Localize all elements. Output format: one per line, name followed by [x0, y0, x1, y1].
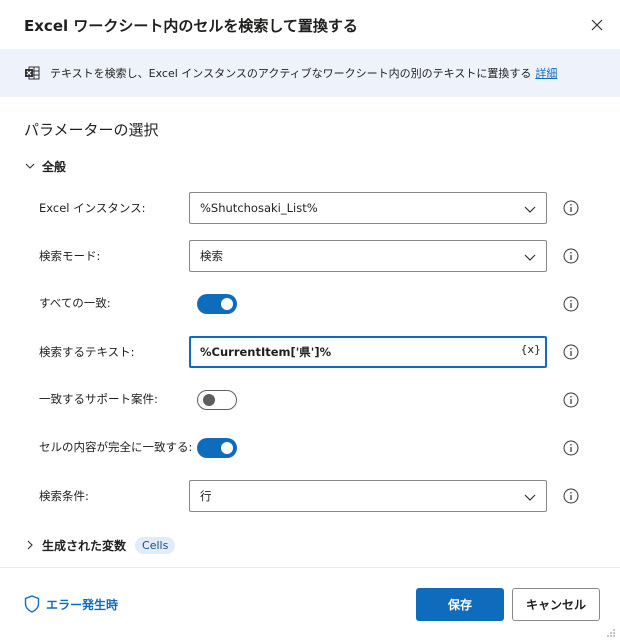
search-by-dropdown[interactable]: 行: [189, 480, 547, 512]
all-matches-toggle[interactable]: [197, 294, 237, 314]
match-case-label: 一致するサポート案件:: [39, 392, 158, 406]
excel-instance-value: %Shutchosaki_List%: [200, 201, 318, 215]
variable-badge[interactable]: Cells: [135, 536, 176, 554]
match-entire-label: セルの内容が完全に一致する:: [39, 440, 193, 454]
on-error-button[interactable]: エラー発生時: [24, 595, 118, 613]
toggle-knob: [203, 394, 215, 406]
info-icon[interactable]: [563, 488, 579, 504]
info-icon[interactable]: [563, 200, 579, 216]
search-by-value: 行: [200, 489, 212, 503]
produced-variables-toggle[interactable]: 生成された変数 Cells: [24, 535, 176, 555]
on-error-label: エラー発生時: [46, 597, 119, 612]
all-matches-label: すべての一致:: [39, 296, 111, 310]
save-button[interactable]: 保存: [416, 588, 504, 621]
produced-variables-label: 生成された変数: [42, 538, 127, 553]
close-icon: [591, 19, 603, 31]
search-mode-value: 検索: [200, 249, 223, 263]
info-icon[interactable]: [563, 248, 579, 264]
excel-instance-dropdown[interactable]: %Shutchosaki_List%: [189, 192, 547, 224]
search-by-label: 検索条件:: [39, 489, 89, 503]
general-group-label: 全般: [42, 159, 67, 174]
info-icon[interactable]: [563, 296, 579, 312]
resize-grip-icon[interactable]: [604, 626, 616, 638]
shield-icon: [24, 595, 40, 613]
general-group-toggle[interactable]: 全般: [24, 157, 66, 175]
info-icon[interactable]: [563, 344, 579, 360]
chevron-right-icon: [24, 539, 36, 551]
dialog: Excel ワークシート内のセルを検索して置換する テキストを検索し、Excel…: [0, 0, 620, 640]
footer-divider: [0, 567, 620, 568]
search-text-label: 検索するテキスト:: [39, 345, 135, 359]
chevron-down-icon: [522, 249, 538, 265]
info-banner: テキストを検索し、Excel インスタンスのアクティブなワークシート内の別のテキ…: [0, 49, 620, 97]
search-mode-dropdown[interactable]: 検索: [189, 240, 547, 272]
close-button[interactable]: [586, 14, 608, 36]
dialog-title: Excel ワークシート内のセルを検索して置換する: [24, 17, 358, 35]
info-icon[interactable]: [563, 440, 579, 456]
info-icon[interactable]: [563, 392, 579, 408]
variable-picker-button[interactable]: {x}: [520, 343, 541, 356]
section-title: パラメーターの選択: [24, 121, 159, 139]
excel-icon: [24, 65, 40, 81]
cancel-button[interactable]: キャンセル: [512, 588, 600, 621]
search-mode-label: 検索モード:: [39, 249, 101, 263]
chevron-down-icon: [522, 489, 538, 505]
chevron-down-icon: [522, 201, 538, 217]
match-case-toggle[interactable]: [197, 390, 237, 410]
search-text-value: %CurrentItem['県']%: [200, 345, 332, 359]
banner-text: テキストを検索し、Excel インスタンスのアクティブなワークシート内の別のテキ…: [50, 67, 532, 80]
search-text-input[interactable]: %CurrentItem['県']% {x}: [189, 336, 547, 368]
excel-instance-label: Excel インスタンス:: [39, 201, 146, 215]
details-link[interactable]: 詳細: [535, 65, 557, 81]
toggle-knob: [221, 298, 233, 310]
toggle-knob: [221, 442, 233, 454]
chevron-down-icon: [24, 160, 36, 172]
match-entire-toggle[interactable]: [197, 438, 237, 458]
